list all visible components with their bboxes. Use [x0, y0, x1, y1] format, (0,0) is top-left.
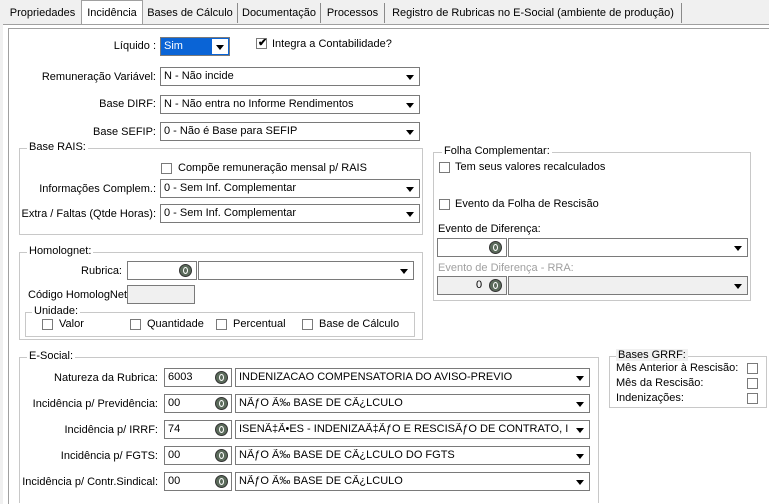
tab-processos[interactable]: Processos — [321, 3, 385, 23]
tab-propriedades[interactable]: Propriedades — [4, 3, 82, 23]
chevron-down-icon[interactable] — [572, 396, 588, 411]
unidade-valor-checkbox[interactable] — [42, 319, 53, 330]
sefip-select[interactable]: 0 - Não é Base para SEFIP — [160, 122, 420, 141]
irrf-select[interactable]: ISENÃ‡Ã•ES - INDENIZAÃ‡ÃƒO E RESCISÃƒO D… — [235, 420, 590, 439]
remuneracao-select[interactable]: N - Não incide — [160, 67, 420, 86]
evento-diferenca-code[interactable] — [437, 238, 507, 257]
fgts-select[interactable]: NÃƒO Ã‰ BASE DE CÃ¿LCULO DO FGTS — [235, 446, 590, 465]
unidade-quantidade-checkbox[interactable] — [130, 319, 141, 330]
natureza-code[interactable]: 6003 — [164, 368, 232, 387]
lookup-icon[interactable] — [489, 279, 502, 292]
unidade-percentual-checkbox[interactable] — [216, 319, 227, 330]
grrf-mes-anterior-label: Mês Anterior à Rescisão: — [616, 362, 739, 374]
codigo-homolognet-label: Código HomologNet — [28, 289, 128, 301]
unidade-valor-label: Valor — [59, 318, 84, 330]
liquido-label: Líquido : — [113, 40, 156, 52]
unidade-percentual-label: Percentual — [233, 318, 286, 330]
rubrica-code[interactable] — [127, 261, 197, 280]
recalc-checkbox[interactable] — [439, 162, 450, 173]
sindical-select[interactable]: NÃƒO Ã‰ BASE DE CÃ¿LCULO — [235, 472, 590, 491]
check-icon: ✔ — [258, 37, 268, 49]
lookup-icon[interactable] — [215, 449, 228, 462]
rescisao-label: Evento da Folha de Rescisão — [455, 198, 599, 210]
liquido-select[interactable]: Sim — [160, 37, 230, 56]
chevron-down-icon[interactable] — [212, 39, 228, 54]
codigo-homolognet-input[interactable] — [127, 285, 195, 304]
folha-title: Folha Complementar: — [442, 145, 552, 157]
lookup-icon[interactable] — [215, 371, 228, 384]
grrf-indenizacoes-checkbox[interactable] — [747, 393, 758, 404]
chevron-down-icon[interactable] — [402, 206, 418, 221]
unidade-base-checkbox[interactable] — [302, 319, 313, 330]
esocial-row-label: Incidência p/ FGTS: — [60, 450, 158, 462]
lookup-icon[interactable] — [179, 264, 192, 277]
evento-diferenca-label: Evento de Diferença: — [438, 223, 541, 235]
chevron-down-icon[interactable] — [572, 448, 588, 463]
integra-contabilidade-label: Integra a Contabilidade? — [272, 38, 392, 50]
tab-bases-de-calculo[interactable]: Bases de Cálculo — [143, 3, 238, 23]
integra-contabilidade-checkbox[interactable]: ✔ — [256, 37, 268, 49]
tab-bar: Propriedades Incidência Bases de Cálculo… — [0, 0, 769, 25]
info-complem-select[interactable]: 0 - Sem Inf. Complementar — [160, 179, 420, 198]
evento-diferenca-select[interactable] — [508, 238, 748, 257]
info-complem-label: Informações Complem.: — [39, 183, 156, 195]
evento-rra-label: Evento de Diferença - RRA: — [438, 262, 574, 274]
grrf-mes-rescisao-label: Mês da Rescisão: — [616, 377, 704, 389]
rescisao-checkbox[interactable] — [439, 199, 450, 210]
esocial-title: E-Social: — [27, 350, 76, 362]
tab-registro-rubricas-esocial[interactable]: Registro de Rubricas no E-Social (ambien… — [385, 3, 682, 23]
chevron-down-icon[interactable] — [402, 69, 418, 84]
natureza-select[interactable]: INDENIZACAO COMPENSATORIA DO AVISO-PREVI… — [235, 368, 590, 387]
compoe-rais-label: Compõe remuneração mensal p/ RAIS — [178, 162, 367, 174]
extra-faltas-label: Extra / Faltas (Qtde Horas): — [21, 208, 156, 220]
fgts-code[interactable]: 00 — [164, 446, 232, 465]
chevron-down-icon[interactable] — [402, 97, 418, 112]
evento-rra-code[interactable]: 0 — [437, 276, 507, 295]
sindical-code[interactable]: 00 — [164, 472, 232, 491]
esocial-row-label: Incidência p/ Previdência: — [32, 398, 158, 410]
esocial-row-label: Incidência p/ Contr.Sindical: — [22, 476, 158, 488]
unidade-title: Unidade: — [32, 305, 81, 317]
remuneracao-label: Remuneração Variável: — [41, 71, 156, 83]
previdencia-code[interactable]: 00 — [164, 394, 232, 413]
lookup-icon[interactable] — [489, 241, 502, 254]
irrf-code[interactable]: 74 — [164, 420, 232, 439]
chevron-down-icon[interactable] — [572, 370, 588, 385]
chevron-down-icon[interactable] — [572, 422, 588, 437]
esocial-row-label: Natureza da Rubrica: — [54, 372, 158, 384]
esocial-row-label: Incidência p/ IRRF: — [64, 424, 158, 436]
chevron-down-icon[interactable] — [572, 474, 588, 489]
grrf-mes-anterior-checkbox[interactable] — [747, 363, 758, 374]
rubrica-label: Rubrica: — [81, 265, 122, 277]
dirf-label: Base DIRF: — [99, 98, 156, 110]
extra-faltas-select[interactable]: 0 - Sem Inf. Complementar — [160, 204, 420, 223]
recalc-label: Tem seus valores recalculados — [455, 161, 606, 173]
lookup-icon[interactable] — [215, 397, 228, 410]
tab-incidencia[interactable]: Incidência — [81, 0, 143, 25]
compoe-rais-checkbox[interactable] — [161, 163, 172, 174]
unidade-quantidade-label: Quantidade — [147, 318, 204, 330]
homolognet-title: Homolognet: — [27, 245, 94, 257]
rais-title: Base RAIS: — [27, 141, 88, 153]
rubrica-select[interactable] — [198, 261, 414, 280]
previdencia-select[interactable]: NÃƒO Ã‰ BASE DE CÃ¿LCULO — [235, 394, 590, 413]
chevron-down-icon[interactable] — [730, 278, 746, 293]
grrf-title: Bases GRRF: — [616, 349, 688, 361]
tab-documentacao[interactable]: Documentação — [238, 3, 321, 23]
grrf-mes-rescisao-checkbox[interactable] — [747, 378, 758, 389]
chevron-down-icon[interactable] — [402, 181, 418, 196]
lookup-icon[interactable] — [215, 423, 228, 436]
dirf-select[interactable]: N - Não entra no Informe Rendimentos — [160, 95, 420, 114]
sefip-label: Base SEFIP: — [93, 126, 156, 138]
grrf-indenizacoes-label: Indenizações: — [616, 392, 684, 404]
evento-rra-select[interactable] — [508, 276, 748, 295]
unidade-base-label: Base de Cálculo — [319, 318, 400, 330]
chevron-down-icon[interactable] — [396, 263, 412, 278]
chevron-down-icon[interactable] — [730, 240, 746, 255]
chevron-down-icon[interactable] — [402, 124, 418, 139]
lookup-icon[interactable] — [215, 475, 228, 488]
